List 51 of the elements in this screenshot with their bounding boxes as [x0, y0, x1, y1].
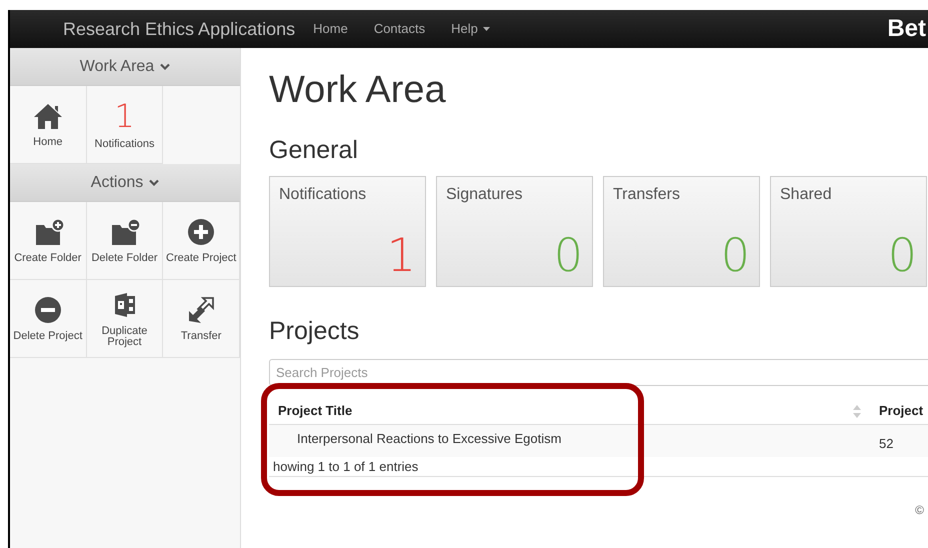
table-cell-text: Interpersonal Reactions to Excessive Egotism [296, 430, 562, 448]
nav-link[interactable]: Contacts [374, 19, 426, 39]
sidebar-tile[interactable]: Transfer [163, 280, 240, 358]
column-header[interactable]: Project Title [269, 401, 869, 421]
search-field[interactable]: Search Projects [269, 359, 928, 386]
stat-card[interactable]: Notifications 1 [269, 176, 426, 287]
tile-label: Notifications [94, 139, 156, 150]
tile-label: Create Project [165, 253, 238, 264]
stat-card[interactable]: Transfers 0 [603, 176, 760, 287]
notification-count: 1 [114, 99, 135, 133]
tile-label: Transfer [180, 331, 222, 342]
brand-logo-text: Bet [887, 14, 926, 44]
nav-link[interactable]: Home [313, 19, 348, 39]
tile-label: Home [32, 137, 64, 148]
section-title: Projects [269, 316, 360, 347]
table-cell-text: 52 [878, 435, 894, 453]
section-header[interactable]: Actions [10, 164, 240, 202]
column-header[interactable]: Project [869, 401, 924, 421]
section-title: General [269, 135, 359, 166]
page-title: Work Area [269, 68, 447, 113]
brand-title[interactable]: Research Ethics Applications [63, 16, 296, 42]
sidebar-tile[interactable]: Home [10, 86, 87, 164]
caret-icon [482, 27, 490, 31]
sidebar-tile[interactable]: Delete Project [10, 280, 87, 358]
tile-label: Delete Folder [90, 253, 159, 264]
sidebar-tile[interactable]: Create Folder [10, 202, 87, 280]
nav-link[interactable]: Help [451, 19, 490, 39]
tile-label: Create Folder [13, 253, 82, 264]
stat-card[interactable]: Signatures 0 [436, 176, 593, 287]
section-header[interactable]: Work Area [10, 48, 240, 86]
section-title: Actions [90, 172, 144, 192]
tile-label: Delete Project [12, 331, 84, 342]
stat-card[interactable]: Shared 0 [770, 176, 927, 287]
sidebar-tile[interactable]: Create Project [163, 202, 240, 280]
sidebar-tile[interactable]: Duplicate Project [86, 280, 164, 358]
card-value: 0 [720, 230, 750, 280]
section-title: Work Area [80, 56, 154, 76]
tile-label: Duplicate Project [100, 326, 148, 348]
card-value: 0 [888, 230, 917, 280]
card-title: Notifications [279, 185, 368, 205]
caret-icon [160, 63, 170, 70]
card-title: Signatures [446, 185, 524, 205]
card-title: Transfers [613, 185, 681, 205]
footer-text: © [915, 502, 924, 519]
card-title: Shared [780, 185, 833, 205]
card-value: 1 [386, 230, 416, 280]
sidebar-tile[interactable]: Delete Folder [86, 202, 164, 280]
sidebar-tile[interactable]: 1 Notifications [86, 86, 164, 164]
card-value: 0 [554, 230, 583, 280]
table-info: howing 1 to 1 of 1 entries [272, 458, 418, 476]
caret-icon [149, 179, 160, 186]
